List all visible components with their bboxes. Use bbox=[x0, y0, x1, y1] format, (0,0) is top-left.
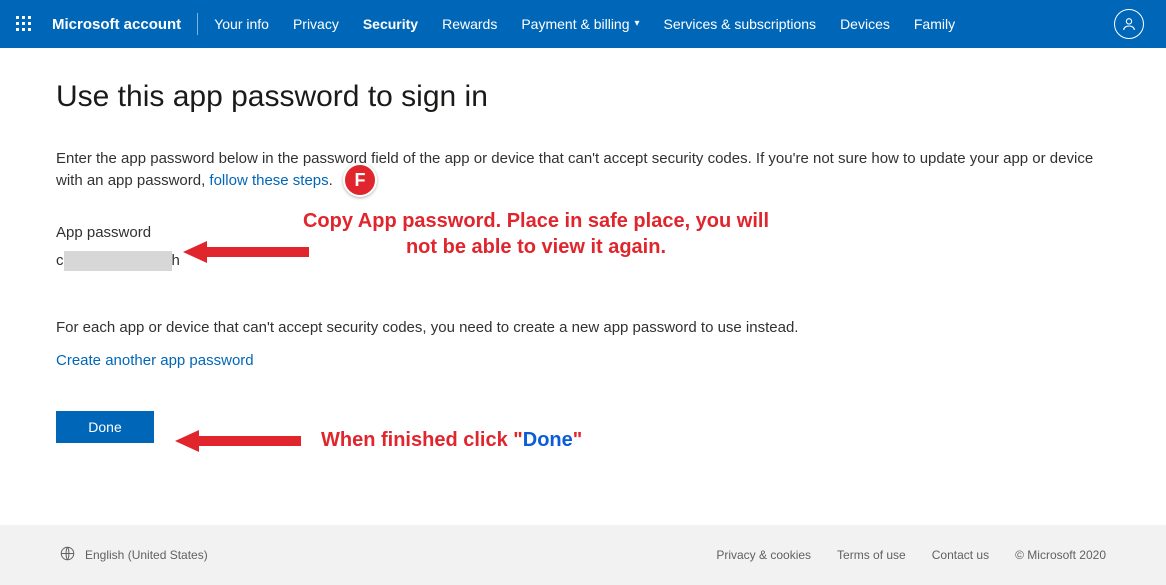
nav-services[interactable]: Services & subscriptions bbox=[652, 0, 829, 48]
nav-security[interactable]: Security bbox=[351, 0, 430, 48]
nav-devices[interactable]: Devices bbox=[828, 0, 902, 48]
nav-privacy[interactable]: Privacy bbox=[281, 0, 351, 48]
footer-language[interactable]: English (United States) bbox=[85, 548, 208, 562]
pwd-redacted bbox=[64, 251, 172, 271]
annotation-copy-text: Copy App password. Place in safe place, … bbox=[261, 208, 811, 260]
footer-contact[interactable]: Contact us bbox=[932, 548, 989, 562]
footer-terms[interactable]: Terms of use bbox=[837, 548, 906, 562]
intro-paragraph: Enter the app password below in the pass… bbox=[56, 148, 1101, 192]
page-title: Use this app password to sign in bbox=[56, 80, 1110, 114]
footer-copyright: © Microsoft 2020 bbox=[1015, 548, 1106, 562]
nav-family[interactable]: Family bbox=[902, 0, 967, 48]
chevron-down-icon: ▾ bbox=[635, 0, 640, 48]
intro-dot: . bbox=[329, 172, 333, 189]
annotation-done-text: When finished click "Done" bbox=[321, 427, 582, 453]
globe-icon bbox=[60, 546, 75, 564]
annotation-badge-f: F bbox=[343, 163, 377, 197]
anno-done-suffix: " bbox=[573, 429, 582, 451]
anno-done-prefix: When finished click " bbox=[321, 429, 523, 451]
follow-steps-link[interactable]: follow these steps bbox=[209, 172, 328, 189]
nav-rewards[interactable]: Rewards bbox=[430, 0, 509, 48]
anno-copy-line1: Copy App password. Place in safe place, … bbox=[303, 210, 769, 232]
per-app-note: For each app or device that can't accept… bbox=[56, 319, 1110, 336]
footer: English (United States) Privacy & cookie… bbox=[0, 525, 1166, 585]
nav-payment-label: Payment & billing bbox=[521, 0, 629, 48]
brand-title[interactable]: Microsoft account bbox=[48, 16, 195, 33]
footer-privacy[interactable]: Privacy & cookies bbox=[716, 548, 811, 562]
nav-divider bbox=[197, 13, 198, 35]
pwd-suffix: h bbox=[172, 252, 180, 269]
annotation-arrow-done bbox=[175, 427, 305, 458]
nav-your-info[interactable]: Your info bbox=[202, 0, 281, 48]
pwd-prefix: c bbox=[56, 252, 64, 269]
primary-nav: Your info Privacy Security Rewards Payme… bbox=[202, 0, 967, 48]
anno-done-word: Done bbox=[523, 429, 573, 451]
app-launcher-icon[interactable] bbox=[0, 0, 48, 48]
account-avatar[interactable] bbox=[1114, 9, 1144, 39]
anno-copy-line2: not be able to view it again. bbox=[406, 236, 666, 258]
nav-payment[interactable]: Payment & billing ▾ bbox=[509, 0, 651, 48]
top-navbar: Microsoft account Your info Privacy Secu… bbox=[0, 0, 1166, 48]
create-another-link[interactable]: Create another app password bbox=[56, 352, 254, 369]
done-button[interactable]: Done bbox=[56, 411, 154, 443]
